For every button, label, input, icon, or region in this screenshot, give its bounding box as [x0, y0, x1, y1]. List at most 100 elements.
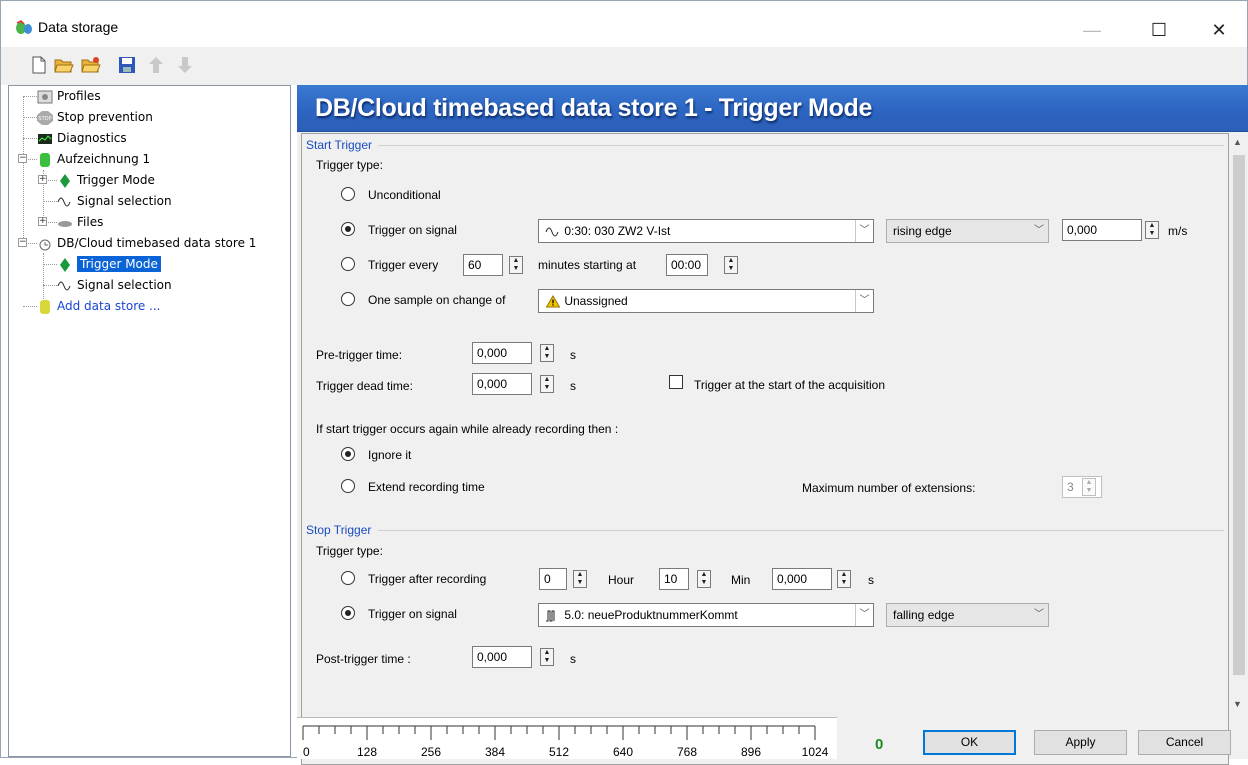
- extend-recording-label: Extend recording time: [368, 480, 485, 494]
- posttrigger-input[interactable]: 0,000: [472, 646, 532, 668]
- pretrigger-unit: s: [570, 348, 576, 362]
- tree-item-trigger-mode-1[interactable]: Trigger Mode: [57, 170, 155, 191]
- close-button[interactable]: ✕: [1196, 13, 1242, 47]
- apply-button[interactable]: Apply: [1034, 730, 1127, 755]
- trigger-icon: [60, 257, 70, 272]
- tree-item-db-cloud-store[interactable]: DB/Cloud timebased data store 1: [37, 233, 256, 254]
- stop-min-spinner[interactable]: ▲ ▼: [697, 570, 711, 588]
- tree-item-signal-selection-1[interactable]: Signal selection: [57, 191, 172, 212]
- every-spinner[interactable]: ▲ ▼: [509, 256, 523, 274]
- ruler-tick-label: 640: [613, 745, 633, 759]
- radio-one-sample[interactable]: [341, 292, 355, 306]
- stop-trigger-separator: [378, 530, 1224, 531]
- collapse-db-cloud-icon[interactable]: −: [18, 238, 27, 247]
- every-minutes-input[interactable]: 60: [463, 254, 503, 276]
- tree-item-add-data-store[interactable]: Add data store ...: [37, 296, 161, 317]
- radio-stop-on-signal[interactable]: [341, 606, 355, 620]
- tree-item-stop-prevention[interactable]: STOP Stop prevention: [37, 107, 153, 128]
- start-acquisition-checkbox[interactable]: [669, 375, 683, 389]
- scrollbar-thumb[interactable]: [1233, 155, 1245, 675]
- tree-item-trigger-mode-2[interactable]: Trigger Mode: [57, 254, 161, 275]
- move-down-icon[interactable]: [176, 56, 194, 74]
- start-time-input[interactable]: 00:00: [666, 254, 708, 276]
- tree-item-diagnostics[interactable]: Diagnostics: [37, 128, 127, 149]
- deadtime-input[interactable]: 0,000: [472, 373, 532, 395]
- stop-hour-spinner[interactable]: ▲ ▼: [573, 570, 587, 588]
- signal-icon: [57, 197, 71, 206]
- minimize-button[interactable]: —: [1069, 13, 1115, 47]
- scroll-down-icon[interactable]: ▼: [1233, 699, 1242, 709]
- trigger-settings-content: Start Trigger Trigger type: Unconditiona…: [301, 133, 1229, 765]
- one-sample-dropdown[interactable]: Unassigned ﹀: [538, 289, 874, 313]
- start-signal-dropdown[interactable]: 0:30: 030 ZW2 V-Ist ﹀: [538, 219, 874, 243]
- radio-extend-recording[interactable]: [341, 479, 355, 493]
- pretrigger-spinner[interactable]: ▲ ▼: [540, 344, 554, 362]
- radio-unconditional[interactable]: [341, 187, 355, 201]
- ok-button[interactable]: OK: [923, 730, 1016, 755]
- trigger-every-label: Trigger every: [368, 258, 439, 272]
- stop-sec-input[interactable]: 0,000: [772, 568, 832, 590]
- count-indicator: 0: [875, 736, 884, 753]
- stop-edge-dropdown[interactable]: falling edge ﹀: [886, 603, 1049, 627]
- start-edge-dropdown[interactable]: rising edge ﹀: [886, 219, 1049, 243]
- posttrigger-unit: s: [570, 652, 576, 666]
- ruler-tick-label: 1024: [802, 745, 829, 759]
- open-icon[interactable]: [54, 56, 74, 74]
- diagnostics-icon: [38, 133, 52, 144]
- deadtime-spinner[interactable]: ▲ ▼: [540, 375, 554, 393]
- expand-files-icon[interactable]: +: [38, 217, 47, 226]
- ruler-tick-label: 256: [421, 745, 441, 759]
- start-edge-value: rising edge: [893, 224, 952, 238]
- page-title: DB/Cloud timebased data store 1 - Trigge…: [315, 94, 873, 122]
- ruler: 0 128 256 384 512 640 768 896 1024: [297, 717, 837, 759]
- stop-sec-spinner[interactable]: ▲ ▼: [837, 570, 851, 588]
- files-icon: [58, 220, 72, 227]
- new-icon[interactable]: [30, 56, 48, 74]
- maximize-button[interactable]: ☐: [1136, 13, 1182, 47]
- expand-trigger-mode-icon[interactable]: +: [38, 175, 47, 184]
- deadtime-unit: s: [570, 379, 576, 393]
- trigger-on-signal-label: Trigger on signal: [368, 223, 457, 237]
- move-up-icon[interactable]: [147, 56, 165, 74]
- max-extensions-spinner[interactable]: ▲ ▼: [1082, 478, 1096, 496]
- open-folder-icon[interactable]: [81, 56, 101, 74]
- ruler-tick-label: 512: [549, 745, 569, 759]
- minutes-starting-at-label: minutes starting at: [538, 258, 637, 272]
- posttrigger-spinner[interactable]: ▲ ▼: [540, 648, 554, 666]
- tree-item-profiles[interactable]: Profiles: [37, 86, 101, 107]
- stop-hour-input[interactable]: 0: [539, 568, 567, 590]
- radio-trigger-every[interactable]: [341, 257, 355, 271]
- start-time-spinner[interactable]: ▲ ▼: [724, 256, 738, 274]
- threshold-spinner[interactable]: ▲ ▼: [1145, 221, 1159, 239]
- min-label: Min: [731, 573, 751, 587]
- radio-ignore-it[interactable]: [341, 447, 355, 461]
- tree-item-aufzeichnung-1[interactable]: Aufzeichnung 1: [37, 149, 150, 170]
- add-datastore-icon: [40, 299, 50, 314]
- pretrigger-input[interactable]: 0,000: [472, 342, 532, 364]
- window-title: Data storage: [38, 19, 119, 35]
- start-trigger-separator: [378, 145, 1224, 146]
- tree-item-files[interactable]: Files: [57, 212, 103, 233]
- data-storage-app-icon: [16, 20, 32, 34]
- start-threshold-input[interactable]: 0,000: [1062, 219, 1142, 241]
- radio-trigger-on-signal[interactable]: [341, 222, 355, 236]
- stop-signal-value: 5.0: neueProduktnummerKommt: [564, 608, 738, 622]
- profiles-icon: [37, 90, 53, 103]
- signal-icon: [57, 281, 71, 290]
- scroll-up-icon[interactable]: ▲: [1233, 137, 1242, 147]
- warning-icon: [545, 295, 561, 308]
- threshold-unit: m/s: [1168, 224, 1188, 238]
- stop-edge-value: falling edge: [893, 608, 955, 622]
- chevron-down-icon: ﹀: [855, 290, 873, 312]
- collapse-aufzeichnung-icon[interactable]: −: [18, 154, 27, 163]
- save-icon[interactable]: [118, 56, 136, 74]
- stop-on-signal-label: Trigger on signal: [368, 607, 457, 621]
- stop-signal-dropdown[interactable]: 5.0: neueProduktnummerKommt ﹀: [538, 603, 874, 627]
- tree-view[interactable]: − + + − Profiles STOP Stop prevention Dia…: [8, 85, 291, 757]
- digital-signal-icon: [546, 610, 555, 622]
- cancel-button[interactable]: Cancel: [1138, 730, 1231, 755]
- radio-trigger-after-recording[interactable]: [341, 571, 355, 585]
- chevron-down-icon: ﹀: [1030, 604, 1048, 626]
- stop-min-input[interactable]: 10: [659, 568, 689, 590]
- tree-item-signal-selection-2[interactable]: Signal selection: [57, 275, 172, 296]
